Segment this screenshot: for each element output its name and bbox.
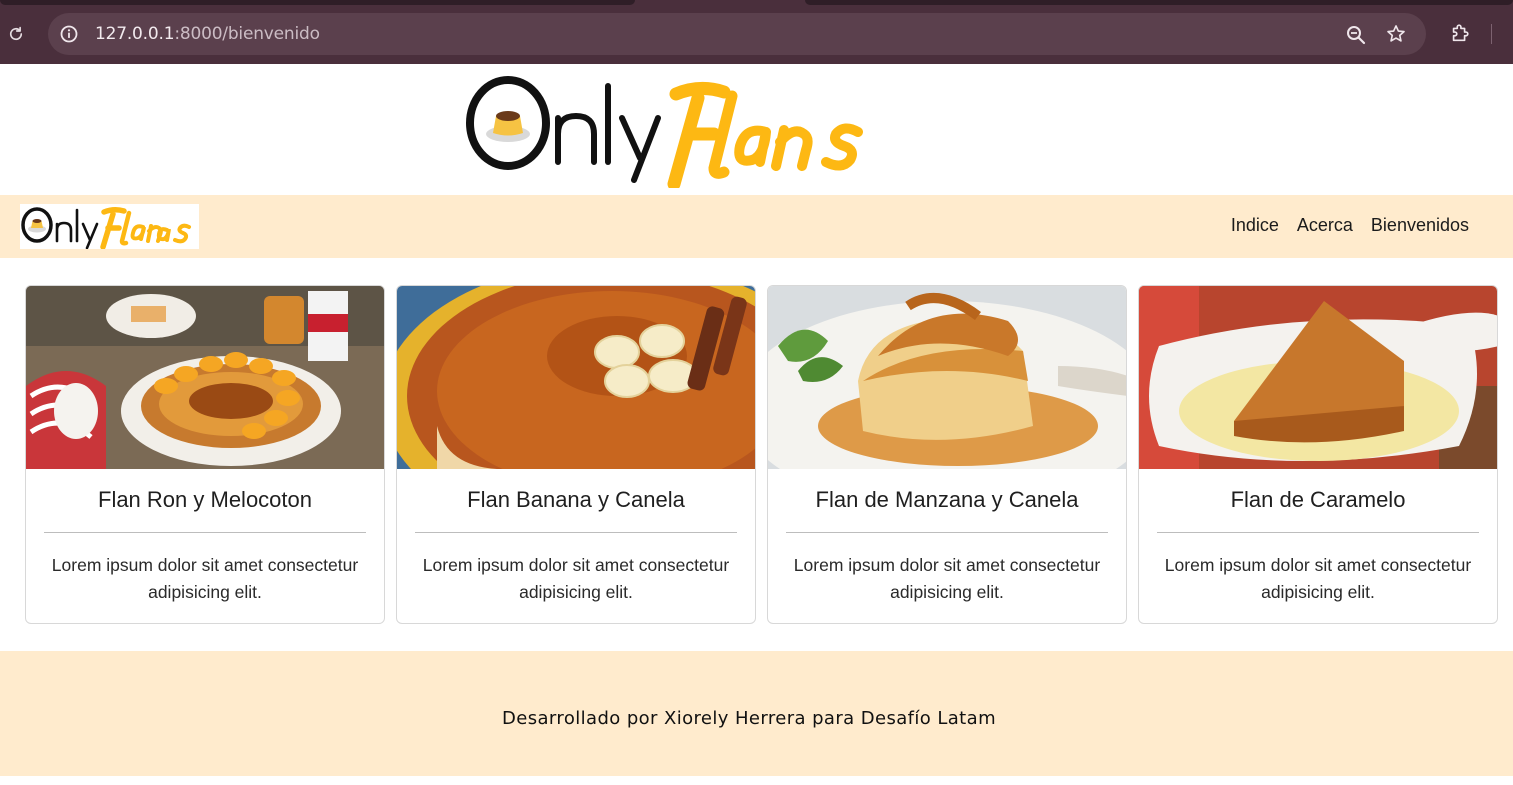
zoom-icon[interactable] xyxy=(1345,24,1367,46)
navbar-brand-logo[interactable] xyxy=(20,204,199,250)
star-icon[interactable] xyxy=(1385,23,1407,45)
flan-card: Flan Banana y Canela Lorem ipsum dolor s… xyxy=(396,285,756,624)
card-text: Lorem ipsum dolor sit amet consectetur a… xyxy=(51,555,359,602)
onlyflans-small-logo xyxy=(21,206,191,250)
flan-ron-melocoton-image xyxy=(26,286,384,469)
flan-card-grid: Flan Ron y Melocoton Lorem ipsum dolor s… xyxy=(25,285,1498,624)
flan-manzana-canela-image xyxy=(768,286,1126,469)
address-bar[interactable]: 127.0.0.1:8000/bienvenido xyxy=(48,13,1426,55)
card-text: Lorem ipsum dolor sit amet consectetur a… xyxy=(1164,555,1472,602)
site-info-icon[interactable] xyxy=(59,24,79,44)
card-divider xyxy=(786,532,1108,533)
url-text[interactable]: 127.0.0.1:8000/bienvenido xyxy=(95,24,320,44)
flan-card: Flan de Caramelo Lorem ipsum dolor sit a… xyxy=(1138,285,1498,624)
flan-banana-canela-image xyxy=(397,286,755,469)
nav-links: Indice Acerca Bienvenidos xyxy=(1231,215,1469,236)
flan-caramelo-image xyxy=(1139,286,1497,469)
nav-link-indice[interactable]: Indice xyxy=(1231,215,1279,236)
footer-credit: Desarrollado por Xiorely Herrera para De… xyxy=(501,708,997,729)
reload-icon xyxy=(9,26,23,41)
url-host: 127.0.0.1 xyxy=(95,24,175,44)
card-title: Flan de Manzana y Canela xyxy=(815,487,1079,512)
footer: Desarrollado por Xiorely Herrera para De… xyxy=(0,651,1513,776)
tab-strip-edge xyxy=(805,0,1513,5)
flan-card: Flan Ron y Melocoton Lorem ipsum dolor s… xyxy=(25,285,385,624)
card-text: Lorem ipsum dolor sit amet consectetur a… xyxy=(793,555,1101,602)
card-title: Flan Ron y Melocoton xyxy=(98,487,312,512)
card-title: Flan Banana y Canela xyxy=(467,487,685,512)
header-banner xyxy=(0,64,1513,195)
card-divider xyxy=(44,532,366,533)
card-text: Lorem ipsum dolor sit amet consectetur a… xyxy=(422,555,730,602)
nav-link-acerca[interactable]: Acerca xyxy=(1297,215,1353,236)
card-divider xyxy=(1157,532,1479,533)
browser-toolbar: 127.0.0.1:8000/bienvenido xyxy=(0,0,1513,64)
navbar: Indice Acerca Bienvenidos xyxy=(0,195,1513,258)
tab-strip-edge xyxy=(0,0,635,5)
nav-link-bienvenidos[interactable]: Bienvenidos xyxy=(1371,215,1469,236)
toolbar-separator xyxy=(1491,24,1492,44)
flan-card: Flan de Manzana y Canela Lorem ipsum dol… xyxy=(767,285,1127,624)
reload-button[interactable] xyxy=(4,22,28,46)
onlyflans-logo xyxy=(466,76,863,188)
card-title: Flan de Caramelo xyxy=(1230,487,1406,512)
extensions-icon[interactable] xyxy=(1449,22,1471,44)
url-path: :8000/bienvenido xyxy=(174,24,320,44)
card-divider xyxy=(415,532,737,533)
